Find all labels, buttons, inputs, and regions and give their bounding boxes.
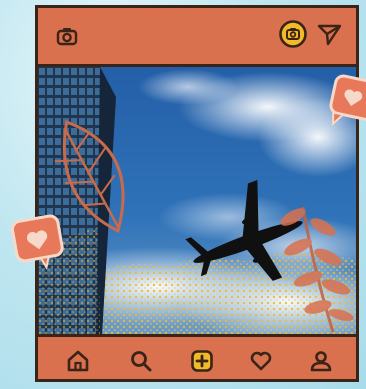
phone-frame: [35, 5, 359, 382]
sky-airplane-image: [38, 67, 356, 334]
camera-sticker-icon[interactable]: [278, 19, 308, 49]
camera-icon[interactable]: [55, 24, 79, 48]
heart-icon[interactable]: [249, 349, 273, 373]
top-bar: [38, 8, 356, 63]
heart-speech-bubble-icon: [326, 73, 366, 131]
bottom-nav: [38, 337, 356, 385]
post-photo: [38, 64, 356, 337]
search-icon[interactable]: [129, 349, 153, 373]
heart-speech-bubble-icon: [10, 213, 70, 271]
send-icon[interactable]: [317, 23, 343, 47]
add-post-icon[interactable]: [190, 349, 214, 373]
profile-icon[interactable]: [309, 349, 333, 373]
home-icon[interactable]: [66, 349, 90, 373]
